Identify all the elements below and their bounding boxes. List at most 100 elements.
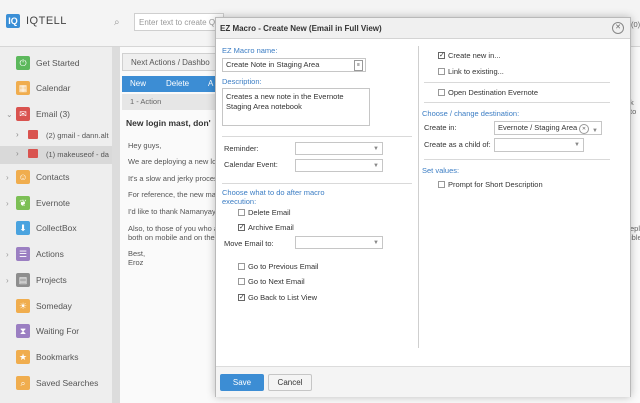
sidebar-item-collectbox[interactable]: ⬇ CollectBox <box>0 217 112 241</box>
sidebar-item-bookmarks[interactable]: ★ Bookmarks <box>0 346 112 370</box>
calendar-event-select[interactable]: ▼ <box>295 159 383 172</box>
save-button[interactable]: Save <box>220 374 264 391</box>
sidebar-item-calendar[interactable]: ▦ Calendar <box>0 77 112 101</box>
go-back-list-checkbox[interactable]: ✓ <box>238 294 245 301</box>
reminder-label: Reminder: <box>224 144 259 153</box>
right-fragment: (0) <box>631 20 640 29</box>
email-line: Also, to those of you who a <box>128 224 219 233</box>
sidebar-email-account-makeuseof[interactable]: › (1) makeuseof - da <box>0 146 112 164</box>
sidebar-item-contacts[interactable]: › ☺ Contacts <box>0 166 112 190</box>
divider <box>424 159 610 160</box>
dialog-title: EZ Macro - Create New (Email in Full Vie… <box>220 24 382 33</box>
link-existing-checkbox[interactable] <box>438 68 445 75</box>
delete-email-checkbox[interactable] <box>238 209 245 216</box>
prompt-short-description-checkbox[interactable] <box>438 181 445 188</box>
sidebar-item-evernote[interactable]: › ❦ Evernote <box>0 192 112 216</box>
clear-icon[interactable]: ✕ <box>579 124 589 134</box>
sidebar-item-label: Calendar <box>36 83 71 93</box>
chevron-down-icon: ▼ <box>373 146 379 152</box>
sidebar-item-label: Email (3) <box>36 109 71 119</box>
sidebar-item-email[interactable]: ⌄ ✉ Email (3) <box>0 103 112 127</box>
sidebar-item-get-started[interactable]: ⏻ Get Started <box>0 52 112 76</box>
sidebar-item-label: Get Started <box>36 58 80 68</box>
email-line: Eroz <box>128 258 144 267</box>
sidebar-email-account-gmail[interactable]: › (2) gmail - dann.alt <box>0 127 112 145</box>
description-label: Description: <box>222 77 262 86</box>
right-fragment: epl <box>630 224 640 233</box>
ez-macro-dialog: EZ Macro - Create New (Email in Full Vie… <box>215 17 631 397</box>
email-line: I'd like to thank Namanyay <box>128 207 216 216</box>
search-icon[interactable]: ⌕ <box>114 17 120 28</box>
go-next-email-checkbox[interactable] <box>238 278 245 285</box>
sidebar-item-someday[interactable]: ☀ Someday <box>0 295 112 319</box>
right-fragment: ible <box>630 233 640 242</box>
move-email-label: Move Email to: <box>224 239 274 248</box>
right-fragment: k to <box>630 98 637 116</box>
collectbox-icon: ⬇ <box>16 221 30 235</box>
move-email-select[interactable]: ▼ <box>295 236 383 249</box>
sidebar-item-label: Projects <box>36 275 67 285</box>
divider <box>222 136 412 137</box>
create-new-checkbox[interactable]: ✓ <box>438 52 445 59</box>
create-new-label: Create new in... <box>448 51 501 60</box>
quick-add-input[interactable]: Enter text to create Q <box>134 13 224 31</box>
email-line: For reference, the new ma <box>128 190 216 199</box>
archive-email-checkbox[interactable]: ✓ <box>238 224 245 231</box>
go-previous-email-label: Go to Previous Email <box>248 262 319 271</box>
app-name: IQTELL <box>26 15 67 27</box>
calendar-icon: ▦ <box>16 81 30 95</box>
chevron-right-icon[interactable]: › <box>6 276 9 285</box>
after-execution-label: Choose what to do after macro execution: <box>222 188 325 206</box>
chevron-down-icon: ▼ <box>373 163 379 169</box>
delete-button[interactable]: Delete <box>166 79 189 88</box>
close-icon[interactable]: ✕ <box>612 22 624 34</box>
bookmarks-icon: ★ <box>16 350 30 364</box>
mail-icon <box>28 149 38 158</box>
sidebar-item-projects[interactable]: › ▤ Projects <box>0 269 112 293</box>
create-in-select[interactable]: Evernote / Staging Area ✕ ▼ <box>494 121 602 135</box>
email-subject: New login mast, don' <box>126 118 211 128</box>
more-button[interactable]: A <box>208 79 213 88</box>
evernote-icon: ❦ <box>16 196 30 210</box>
delete-email-label: Delete Email <box>248 208 291 217</box>
text-options-icon[interactable]: ≡ <box>354 60 363 71</box>
chevron-right-icon[interactable]: › <box>6 173 9 182</box>
email-account-label: (1) makeuseof - da <box>46 150 109 159</box>
email-line: It's a slow and jerky proces <box>128 174 218 183</box>
app-logo[interactable]: IQ <box>6 14 20 28</box>
list-group-header[interactable]: 1 - Action <box>122 94 222 110</box>
sidebar-item-label: Waiting For <box>36 326 80 336</box>
email-icon: ✉ <box>16 107 30 121</box>
reminder-select[interactable]: ▼ <box>295 142 383 155</box>
sidebar-item-actions[interactable]: › ☰ Actions <box>0 243 112 267</box>
chevron-down-icon: ▼ <box>592 128 598 134</box>
chevron-right-icon[interactable]: › <box>16 149 19 158</box>
divider <box>424 102 610 103</box>
set-values-label: Set values: <box>422 166 460 175</box>
create-in-value: Evernote / Staging Area <box>498 123 578 132</box>
archive-email-label: Archive Email <box>248 223 294 232</box>
open-destination-label: Open Destination Evernote <box>448 88 539 97</box>
chevron-right-icon[interactable]: › <box>6 199 9 208</box>
open-destination-checkbox[interactable] <box>438 89 445 96</box>
go-next-email-label: Go to Next Email <box>248 277 305 286</box>
go-previous-email-checkbox[interactable] <box>238 263 245 270</box>
sidebar-item-waiting-for[interactable]: ⧗ Waiting For <box>0 320 112 344</box>
chevron-down-icon[interactable]: ⌄ <box>6 110 13 119</box>
macro-name-label: EZ Macro name: <box>222 46 278 55</box>
action-toolbar: New Delete A <box>122 76 222 92</box>
sidebar-scrollbar[interactable] <box>112 47 120 403</box>
chevron-right-icon[interactable]: › <box>6 250 9 259</box>
email-account-label: (2) gmail - dann.alt <box>46 131 109 140</box>
cancel-button[interactable]: Cancel <box>268 374 312 391</box>
sidebar: ⏻ Get Started ▦ Calendar ⌄ ✉ Email (3) ›… <box>0 47 113 403</box>
email-line: Hey guys, <box>128 141 162 150</box>
macro-name-input[interactable]: Create Note in Staging Area ≡ <box>222 58 366 72</box>
prompt-short-description-label: Prompt for Short Description <box>448 180 543 189</box>
chevron-down-icon: ▼ <box>373 240 379 246</box>
new-button[interactable]: New <box>130 79 146 88</box>
create-child-select[interactable]: ▼ <box>494 138 584 152</box>
sidebar-item-saved-searches[interactable]: ⌕ Saved Searches <box>0 372 112 396</box>
chevron-right-icon[interactable]: › <box>16 130 19 139</box>
description-textarea[interactable]: Creates a new note in the Evernote Stagi… <box>222 88 370 126</box>
